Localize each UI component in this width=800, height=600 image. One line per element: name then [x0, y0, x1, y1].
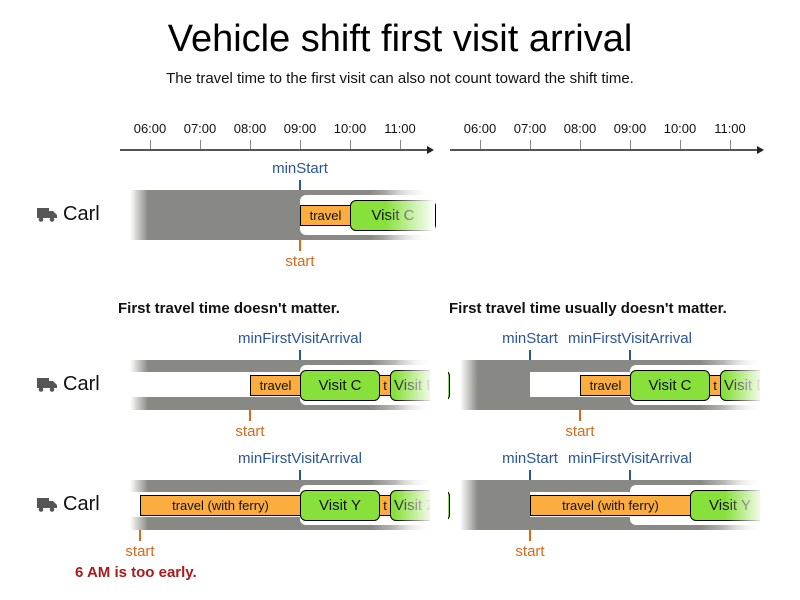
- diagram-subtitle: The travel time to the first visit can a…: [166, 70, 634, 87]
- axis-arrow-icon: [757, 146, 764, 154]
- visit-block: Visit C: [300, 370, 380, 401]
- tick-label: 11:00: [384, 121, 416, 136]
- start-marker: [579, 410, 581, 421]
- min-first-visit-arrival-label: minFirstVisitArrival: [238, 330, 362, 347]
- tick-mark: [530, 140, 531, 149]
- truck-icon: [37, 207, 57, 222]
- start-label: start: [565, 423, 595, 440]
- travel-block: travel: [580, 375, 631, 396]
- tick-mark: [200, 140, 201, 149]
- min-first-visit-arrival-label: minFirstVisitArrival: [568, 330, 692, 347]
- travel-block: travel (with ferry): [530, 495, 691, 516]
- axis-line: [120, 149, 428, 151]
- min-start-label: minStart: [272, 160, 328, 177]
- vehicle-name: Carl: [63, 493, 100, 515]
- tick-label: 11:00: [714, 121, 746, 136]
- tick-label: 10:00: [663, 121, 697, 136]
- tick-label: 07:00: [513, 121, 547, 136]
- panel-clip: [760, 358, 800, 412]
- section-heading: First travel time doesn't matter.: [118, 300, 340, 317]
- panel-clip: [430, 358, 448, 412]
- panel-clip: [430, 478, 448, 532]
- vehicle-name: Carl: [63, 373, 100, 395]
- start-label: start: [515, 543, 545, 560]
- min-start-label: minStart: [502, 330, 558, 347]
- tick-label: 07:00: [183, 121, 217, 136]
- min-first-visit-arrival-label: minFirstVisitArrival: [568, 450, 692, 467]
- travel-block: travel (with ferry): [140, 495, 301, 516]
- visit-block: Visit Y: [690, 490, 770, 521]
- tick-mark: [250, 140, 251, 149]
- travel-block: travel: [300, 205, 351, 226]
- section-heading: First travel time usually doesn't matter…: [449, 300, 727, 317]
- tick-mark: [680, 140, 681, 149]
- tick-mark: [400, 140, 401, 149]
- visit-block: Visit Y: [300, 490, 380, 521]
- truck-icon: [37, 377, 57, 392]
- vehicle-row-label: Carl: [37, 373, 100, 396]
- panel-clip: [760, 478, 800, 532]
- warning-text: 6 AM is too early.: [75, 564, 197, 581]
- start-marker: [529, 530, 531, 541]
- axis-line: [450, 149, 758, 151]
- tick-mark: [300, 140, 301, 149]
- visit-block: Visit C: [350, 200, 436, 231]
- vehicle-row-label: Carl: [37, 493, 100, 516]
- start-marker: [249, 410, 251, 421]
- start-marker: [139, 530, 141, 541]
- travel-block: travel: [250, 375, 301, 396]
- tick-label: 08:00: [563, 121, 597, 136]
- tick-label: 10:00: [333, 121, 367, 136]
- tick-mark: [150, 140, 151, 149]
- tick-label: 09:00: [283, 121, 317, 136]
- tick-label: 08:00: [233, 121, 267, 136]
- tick-mark: [350, 140, 351, 149]
- axis-arrow-icon: [427, 146, 434, 154]
- tick-label: 09:00: [613, 121, 647, 136]
- vehicle-name: Carl: [63, 203, 100, 225]
- tick-label: 06:00: [133, 121, 167, 136]
- tick-label: 06:00: [463, 121, 497, 136]
- start-label: start: [285, 253, 315, 270]
- diagram-title: Vehicle shift first visit arrival: [167, 18, 633, 60]
- vehicle-row-label: Carl: [37, 203, 100, 226]
- start-label: start: [125, 543, 155, 560]
- min-first-visit-arrival-label: minFirstVisitArrival: [238, 450, 362, 467]
- start-label: start: [235, 423, 265, 440]
- start-marker: [299, 240, 301, 251]
- min-start-label: minStart: [502, 450, 558, 467]
- tick-mark: [580, 140, 581, 149]
- tick-mark: [730, 140, 731, 149]
- tick-mark: [630, 140, 631, 149]
- truck-icon: [37, 497, 57, 512]
- tick-mark: [480, 140, 481, 149]
- visit-block: Visit C: [630, 370, 710, 401]
